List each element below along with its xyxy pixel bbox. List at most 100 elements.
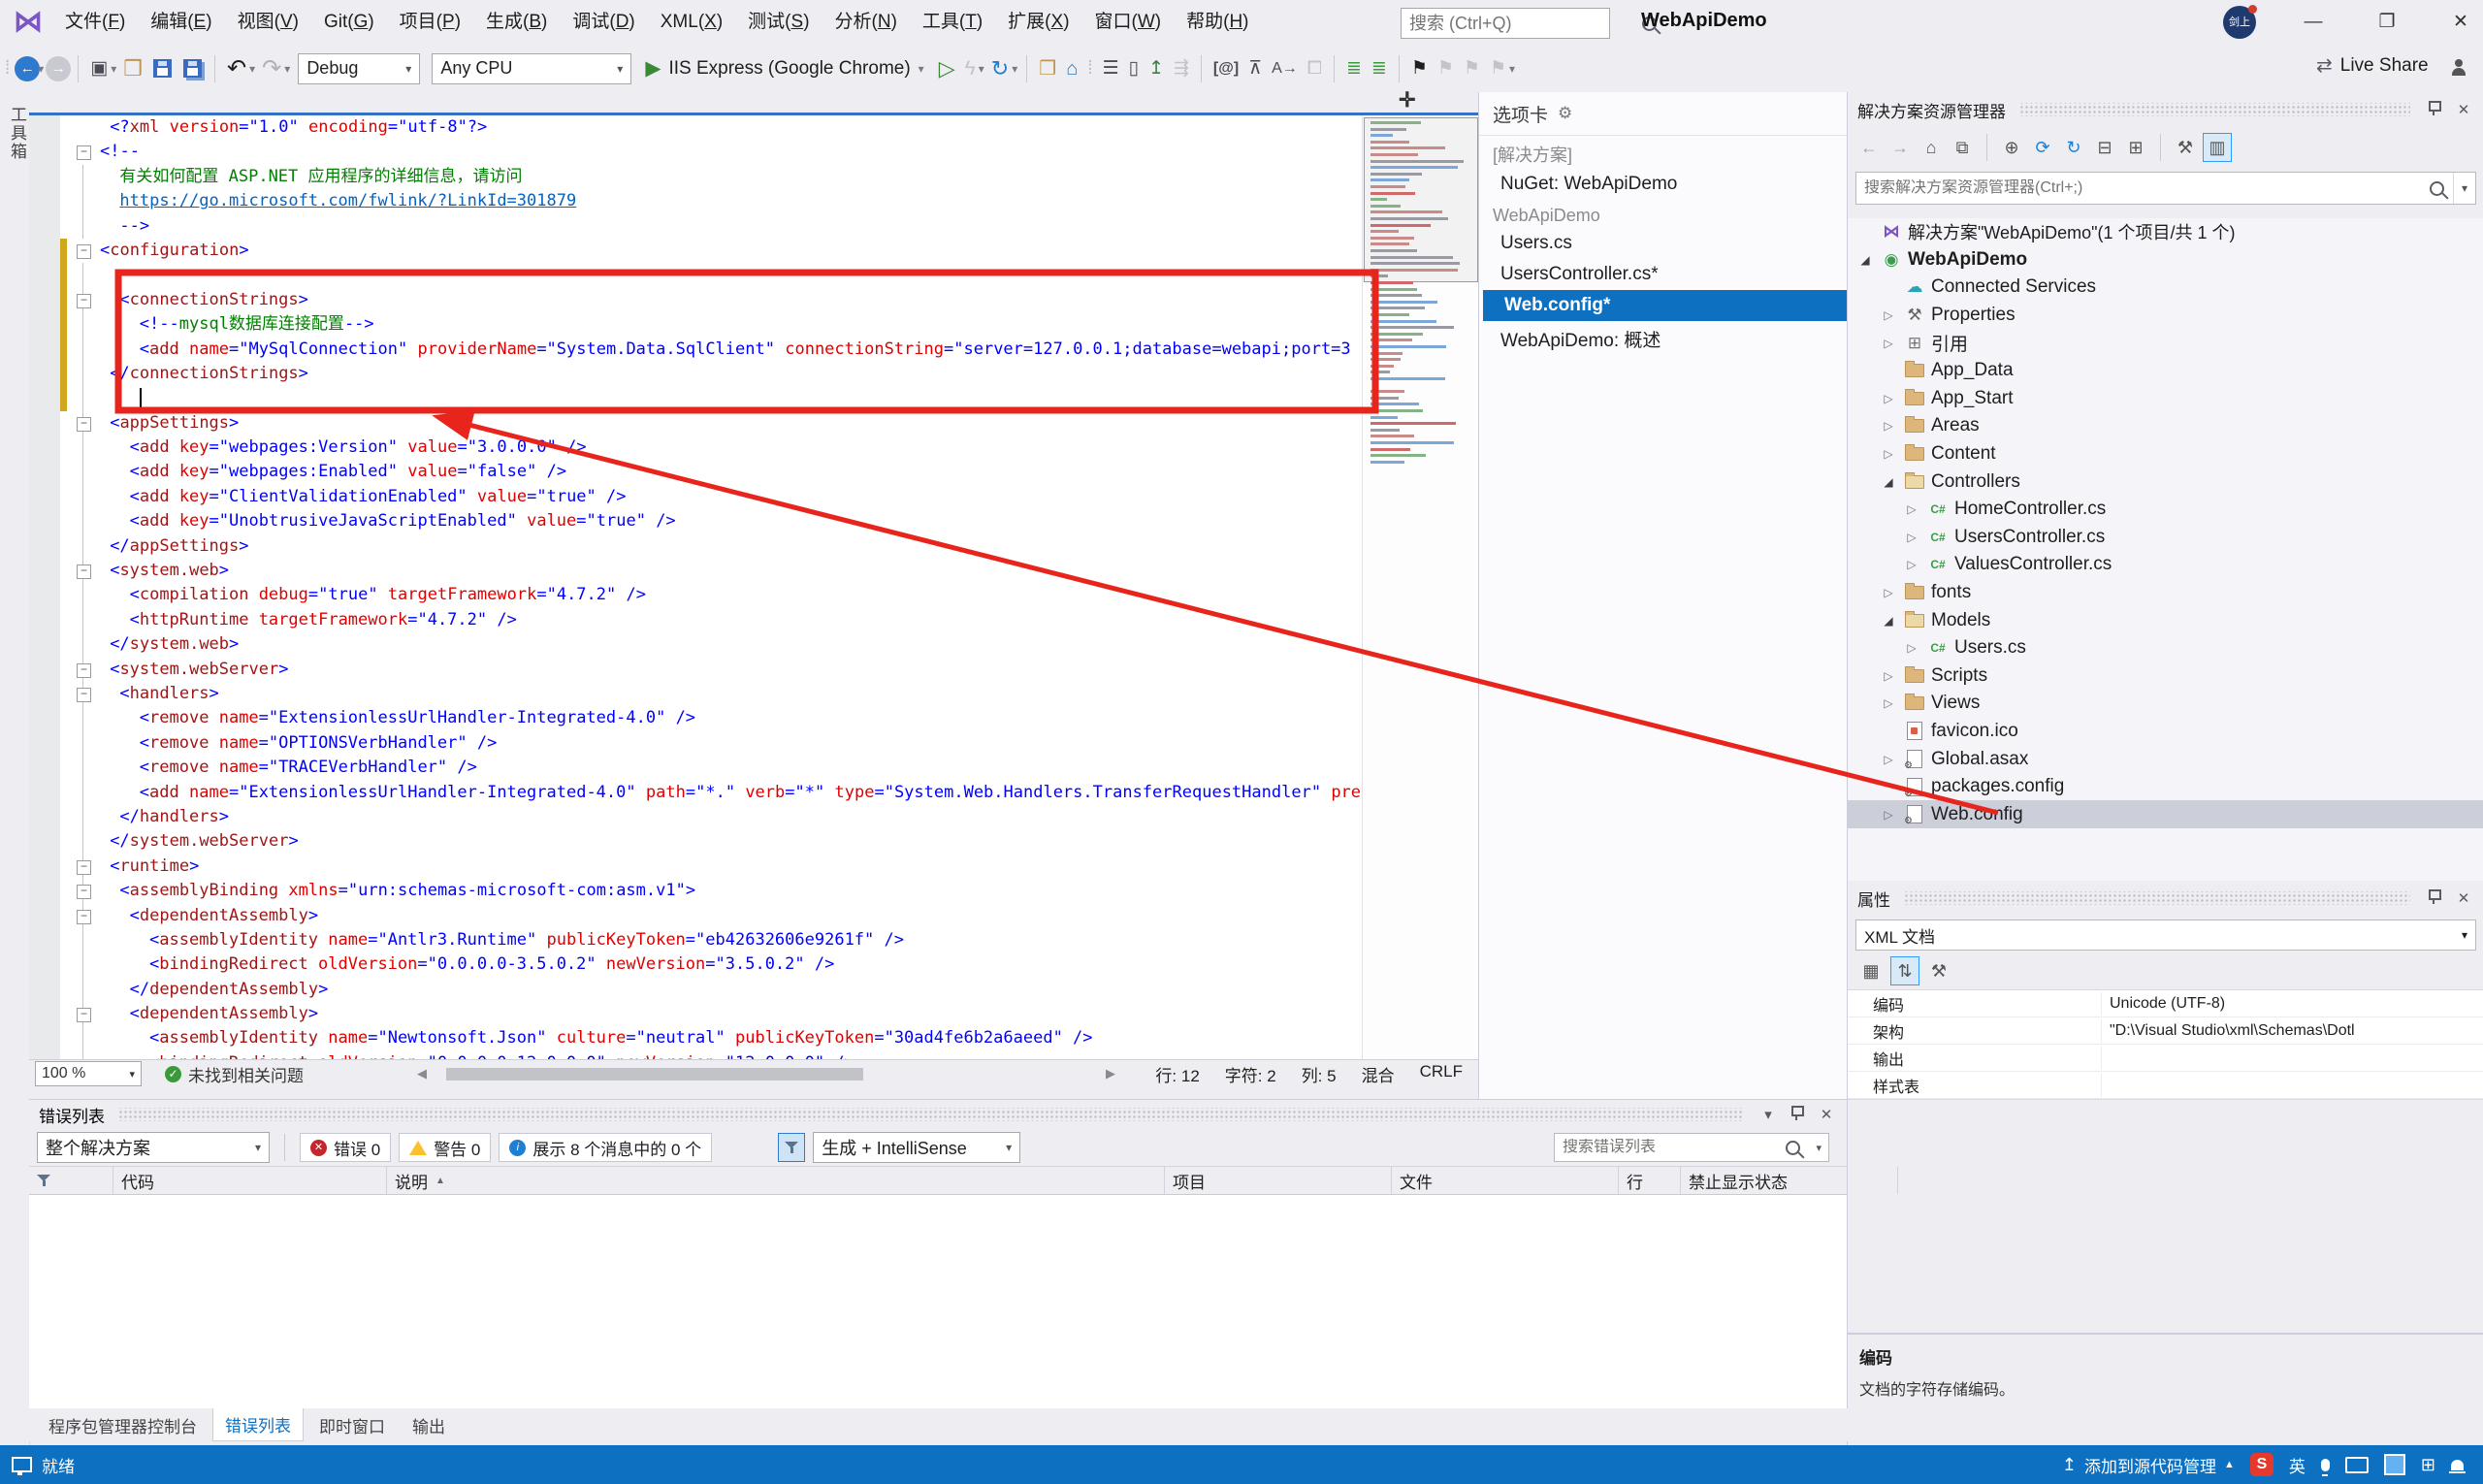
fold-gutter[interactable]: − [67,140,100,164]
fold-gutter[interactable] [67,805,100,829]
breakpoint-margin[interactable] [29,583,60,607]
breakpoint-margin[interactable] [29,263,60,287]
fold-gutter[interactable]: − [67,682,100,706]
document-tab-NuGetWebApiDemo[interactable]: NuGet: WebApiDemo [1479,169,1848,200]
browse-with-button[interactable]: ⌂ [1066,54,1078,83]
code-line[interactable]: −<appSettings> [29,411,1362,436]
next-bookmark-button[interactable]: ⚑ [1464,54,1480,83]
menu-帮助H[interactable]: 帮助(H) [1174,0,1261,45]
solution-search-box[interactable]: ▾ [1855,172,2476,205]
breakpoint-margin[interactable] [29,140,60,164]
breakpoint-margin[interactable] [29,312,60,337]
fold-collapse-icon[interactable]: − [77,294,91,308]
breakpoint-margin[interactable] [29,386,60,410]
document-tab-Users.cs[interactable]: Users.cs [1479,228,1848,259]
code-line[interactable]: https://go.microsoft.com/fwlink/?LinkId=… [29,189,1362,213]
fold-collapse-icon[interactable]: − [77,1008,91,1022]
fold-gutter[interactable] [67,583,100,607]
breakpoint-margin[interactable] [29,115,60,140]
panel-drag-handle[interactable] [118,1108,1744,1121]
code-line[interactable]: <add key="UnobtrusiveJavaScriptEnabled" … [29,509,1362,533]
feedback-button[interactable] [2452,60,2466,81]
fold-gutter[interactable] [67,214,100,239]
chevron-closed-icon[interactable]: ▷ [1879,669,1898,683]
chevron-closed-icon[interactable]: ▷ [1879,337,1898,350]
code-line[interactable]: −<assemblyBinding xmlns="urn:schemas-mic… [29,879,1362,903]
property-value[interactable]: Unicode (UTF-8) [2102,995,2483,1013]
grid-icon[interactable]: ⊞ [2421,1455,2435,1475]
breakpoint-margin[interactable] [29,362,60,386]
breakpoint-margin[interactable] [29,436,60,460]
error-column-severity[interactable] [29,1167,113,1194]
restore-button[interactable]: ❐ [2365,0,2409,45]
breakpoint-margin[interactable] [29,879,60,903]
chevron-closed-icon[interactable]: ▷ [1902,558,1921,571]
ime-toolbar-icon[interactable] [2384,1454,2405,1475]
quick-search-box[interactable] [1401,8,1610,39]
error-list-body[interactable] [29,1195,1847,1380]
code-line[interactable]: −<dependentAssembly> [29,1002,1362,1026]
errors-filter-button[interactable]: ✕错误 0 [300,1133,391,1162]
breakpoint-margin[interactable] [29,485,60,509]
tree-item-[interactable]: ▷⊞引用 [1848,329,2483,357]
fold-gutter[interactable] [67,731,100,756]
code-line[interactable]: −<runtime> [29,855,1362,879]
fold-gutter[interactable]: − [67,1002,100,1026]
tree-item-Properties[interactable]: ▷⚒Properties [1848,302,2483,330]
status-eol[interactable]: CRLF [1420,1062,1463,1086]
document-health-indicator[interactable]: ✓ 未找到相关问题 [165,1062,304,1086]
code-line[interactable]: <httpRuntime targetFramework="4.7.2" /> [29,608,1362,632]
menu-调试D[interactable]: 调试(D) [560,0,647,45]
fold-gutter[interactable] [67,928,100,952]
tree-item-Views[interactable]: ▷Views [1848,690,2483,718]
chevron-closed-icon[interactable]: ▷ [1879,447,1898,461]
breakpoint-margin[interactable] [29,288,60,312]
solution-platform-dropdown[interactable]: Any CPU▾ [432,53,631,84]
code-line[interactable]: </system.webServer> [29,829,1362,854]
code-line[interactable]: <add key="webpages:Version" value="3.0.0… [29,436,1362,460]
property-row-架构[interactable]: 架构"D:\Visual Studio\xml\Schemas\Dotl [1848,1017,2483,1045]
error-search-input[interactable] [1555,1139,1786,1156]
code-line[interactable]: <?xml version="1.0" encoding="utf-8"?> [29,115,1362,140]
code-line[interactable]: −<!-- [29,140,1362,164]
horizontal-scrollbar[interactable]: ◀ ▶ [417,1060,1115,1087]
search-dropdown-icon[interactable]: ▾ [1809,1142,1828,1154]
close-button[interactable]: ✕ [2438,0,2483,45]
tree-item-Areas[interactable]: ▷Areas [1848,412,2483,440]
error-search-box[interactable]: ▾ [1554,1133,1829,1162]
breakpoint-margin[interactable] [29,189,60,213]
property-row-编码[interactable]: 编码Unicode (UTF-8) [1848,990,2483,1017]
navigate-forward-button[interactable]: → [46,56,71,81]
sogou-ime-icon[interactable]: S [2250,1453,2273,1476]
code-line[interactable]: --> [29,214,1362,239]
error-column-禁止显示状态[interactable]: 禁止显示状态 [1681,1167,1898,1194]
minimap[interactable] [1362,115,1479,1059]
menu-工具T[interactable]: 工具(T) [910,0,995,45]
add-to-source-control-button[interactable]: ↥ 添加到源代码管理 ▲ [2062,1453,2235,1477]
breakpoint-margin[interactable] [29,829,60,854]
notifications-bell-icon[interactable] [2451,1460,2464,1470]
menu-文件F[interactable]: 文件(F) [52,0,138,45]
toolbar-grip2[interactable]: ⁞ [1087,54,1092,83]
fold-gutter[interactable] [67,436,100,460]
fold-gutter[interactable] [67,338,100,362]
tree-item-Controllers[interactable]: ◢Controllers [1848,468,2483,496]
property-row-样式表[interactable]: 样式表 [1848,1072,2483,1099]
code-line[interactable]: </connectionStrings> [29,362,1362,386]
navigate-back-button[interactable]: ← [15,56,40,81]
redo-dropdown[interactable]: ▾ [284,62,290,76]
menu-生成B[interactable]: 生成(B) [473,0,560,45]
messages-filter-button[interactable]: i展示 8 个消息中的 0 个 [499,1133,712,1162]
document-tab-WebApiDemo[interactable]: WebApiDemo: 概述 [1479,321,1848,357]
restart-button[interactable]: ↻ [991,54,1009,83]
property-row-输出[interactable]: 输出 [1848,1045,2483,1072]
breakpoint-margin[interactable] [29,952,60,977]
solution-search-input[interactable] [1856,179,2430,197]
breakpoint-margin[interactable] [29,1002,60,1026]
bookmark-button[interactable]: ⚑ [1411,54,1428,83]
code-line[interactable]: <assemblyIdentity name="Newtonsoft.Json"… [29,1026,1362,1050]
indent-button[interactable]: ≣ [1346,54,1362,83]
alphabetical-icon[interactable]: ⇅ [1890,956,1919,985]
solution-explorer-header[interactable]: 解决方案资源管理器 ✕ [1848,92,2483,127]
hot-reload-button[interactable]: ϟ [965,54,976,83]
